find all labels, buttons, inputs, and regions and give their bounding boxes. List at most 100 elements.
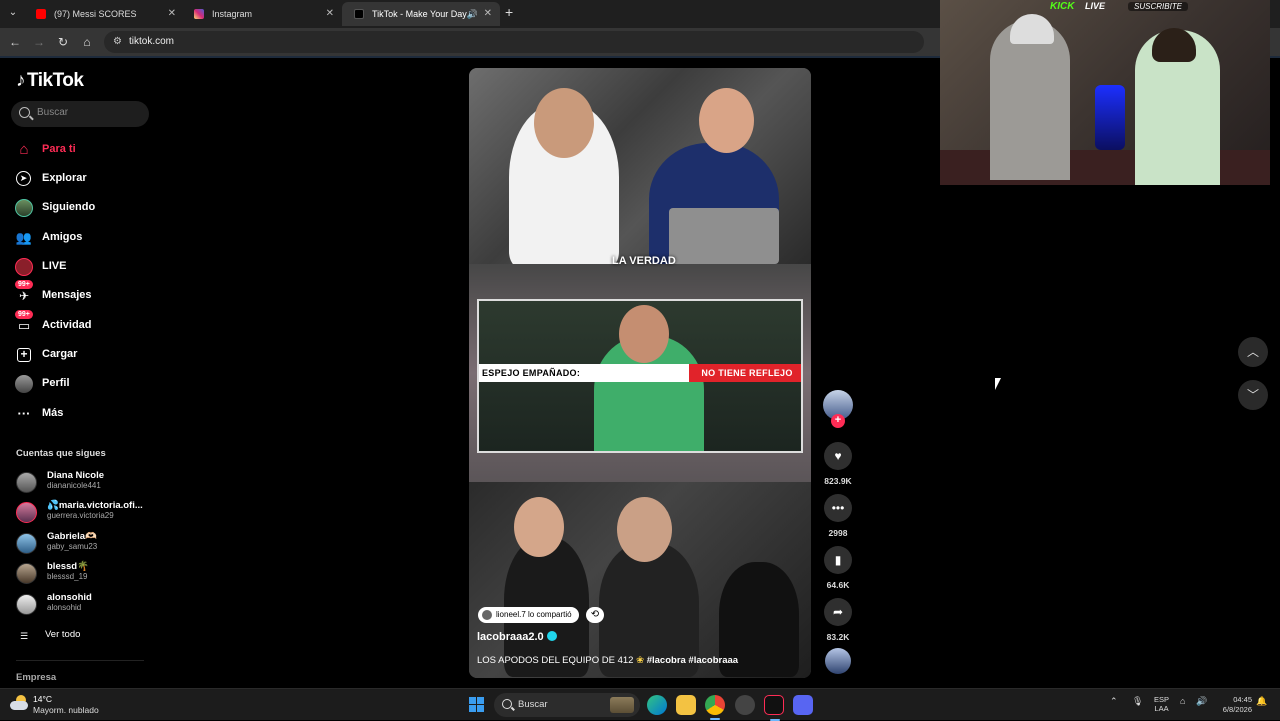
music-disc-icon[interactable] (825, 648, 851, 674)
url-field[interactable]: ⚙ tiktok.com (104, 31, 924, 53)
temperature: 14°C (33, 694, 52, 704)
hashtags[interactable]: #lacobra #lacobraaa (647, 655, 738, 666)
nav-label: Mensajes (42, 289, 92, 301)
weather-icon[interactable] (10, 695, 30, 711)
tab-youtube[interactable]: (97) Messi SCORES STUNNING ✕ (24, 2, 184, 43)
forward-icon[interactable]: → (30, 33, 48, 51)
new-tab-button[interactable]: + (505, 4, 513, 20)
player-head (619, 305, 669, 363)
more-icon: ··· (17, 406, 31, 421)
previous-video-chevron-up-icon[interactable]: ︿ (1238, 337, 1268, 367)
discord-icon[interactable] (793, 695, 813, 715)
search-highlight-image (610, 697, 634, 713)
home-icon[interactable]: ⌂ (78, 33, 96, 51)
taskbar: 14°C Mayorm. nublado Buscar ⌃ 🎙 ESP LAA … (0, 688, 1280, 721)
reload-icon[interactable]: ↻ (54, 33, 72, 51)
obs-icon[interactable] (735, 695, 755, 715)
tab-tiktok[interactable]: TikTok - Make Your Day 🔊 ✕ (342, 2, 500, 26)
close-tab-icon[interactable]: ✕ (484, 2, 492, 26)
streamer-cap (1010, 14, 1054, 44)
back-icon[interactable]: ← (6, 33, 24, 51)
youtube-icon (36, 9, 46, 19)
sidebar-divider (16, 660, 144, 661)
empresa-link[interactable]: Empresa (16, 672, 56, 683)
clock[interactable]: 04:45 6/8/2026 (1214, 695, 1252, 715)
kick-logo: KICK (1050, 1, 1075, 12)
share-icon[interactable]: ➦ (824, 598, 852, 626)
verified-icon (546, 631, 557, 641)
search-placeholder: Buscar (37, 107, 69, 118)
following-section-title: Cuentas que sigues (16, 448, 106, 459)
save-count: 64.6K (826, 580, 850, 590)
sidebar: ♪ TikTok Buscar ⌂ Para ti ➤ Explorar Sigu… (0, 58, 160, 688)
windows-start-icon[interactable] (469, 697, 485, 713)
activity-icon: ▭ (17, 318, 31, 333)
comment-count: 2998 (828, 528, 848, 538)
video-frame-top (469, 68, 811, 268)
live-icon (15, 258, 33, 276)
repost-icon[interactable]: ⟲ (586, 607, 604, 623)
avatar (16, 563, 37, 584)
tiktok-note-icon: ♪ (16, 70, 26, 91)
tab-instagram[interactable]: Instagram ✕ (182, 2, 342, 26)
video-author[interactable]: lacobraaa2.0 (477, 631, 557, 643)
video-frame-middle: LA VERDAD ESPEJO EMPAÑADO: NO TIENE REFL… (469, 255, 811, 482)
notification-badge: 99+ (15, 310, 33, 319)
avatar (16, 502, 37, 523)
logo-text: TikTok (27, 70, 84, 91)
tiktok-logo[interactable]: ♪ TikTok (16, 70, 84, 92)
share-count: 83.2K (826, 632, 850, 642)
nav-label: Amigos (42, 231, 83, 243)
nav-label: Perfil (42, 377, 70, 389)
following-icon (15, 199, 33, 217)
next-video-chevron-down-icon[interactable]: ﹀ (1238, 380, 1268, 410)
live-label: LIVE (1085, 1, 1106, 11)
like-heart-icon[interactable]: ♥ (824, 442, 852, 470)
file-explorer-icon[interactable] (676, 695, 696, 715)
avatar (16, 472, 37, 493)
video-description: LOS APODOS DEL EQUIPO DE 412 ❀ #lacobra … (477, 655, 738, 666)
language-indicator[interactable]: ESP LAA (1154, 695, 1169, 713)
friends-icon: 👥 (15, 230, 33, 245)
home-icon: ⌂ (19, 141, 29, 158)
nav-label: Más (42, 407, 64, 419)
notification-bell-icon[interactable]: 🔔 (1256, 696, 1267, 707)
overlay-label-right: NO TIENE REFLEJO (689, 364, 801, 382)
keyboard-layout: LAA (1154, 704, 1169, 713)
comment-icon[interactable]: ••• (824, 494, 852, 522)
account-handle: alonsohid (47, 603, 82, 612)
close-tab-icon[interactable]: ✕ (326, 2, 334, 26)
tray-chevron-up-icon[interactable]: ⌃ (1110, 696, 1118, 707)
see-all-label: Ver todo (45, 629, 81, 640)
nav-label: Siguiendo (42, 201, 96, 213)
account-handle: guerrera.victoria29 (47, 511, 114, 520)
tiktok-app-icon[interactable] (764, 695, 784, 721)
streamer-figure (990, 20, 1070, 180)
account-name: blessd🌴 (47, 561, 89, 572)
search-input[interactable]: Buscar (11, 101, 149, 127)
network-icon[interactable]: ⌂ (1180, 696, 1185, 706)
account-name: Gabriela🫶🏻 (47, 531, 97, 542)
microphone-icon[interactable]: 🎙 (1132, 696, 1143, 707)
blue-lamp (1095, 85, 1125, 150)
close-tab-icon[interactable]: ✕ (168, 2, 176, 26)
avatar (16, 533, 37, 554)
video-player[interactable]: LA VERDAD ESPEJO EMPAÑADO: NO TIENE REFL… (469, 68, 811, 678)
site-info-icon[interactable]: ⚙ (113, 31, 122, 53)
bookmark-icon[interactable]: ▮ (824, 546, 852, 574)
avatar (16, 594, 37, 615)
chrome-icon[interactable] (705, 695, 725, 720)
tab-search-icon[interactable]: ⌄ (4, 4, 22, 22)
edge-icon[interactable] (647, 695, 667, 715)
follow-plus-icon[interactable]: + (831, 414, 845, 428)
profile-avatar (15, 375, 33, 393)
taskbar-search-label: Buscar (518, 699, 548, 710)
webcam-overlay: KICK LIVE SUSCRIBITE (940, 0, 1270, 185)
mouse-cursor (995, 378, 1001, 390)
audio-icon[interactable]: 🔊 (467, 2, 478, 26)
shared-by-pill[interactable]: lioneel.7 lo compartió (478, 607, 579, 623)
person-head (534, 88, 594, 158)
volume-icon[interactable]: 🔊 (1196, 696, 1207, 707)
taskbar-search[interactable]: Buscar (494, 693, 640, 717)
like-count: 823.9K (824, 476, 852, 486)
